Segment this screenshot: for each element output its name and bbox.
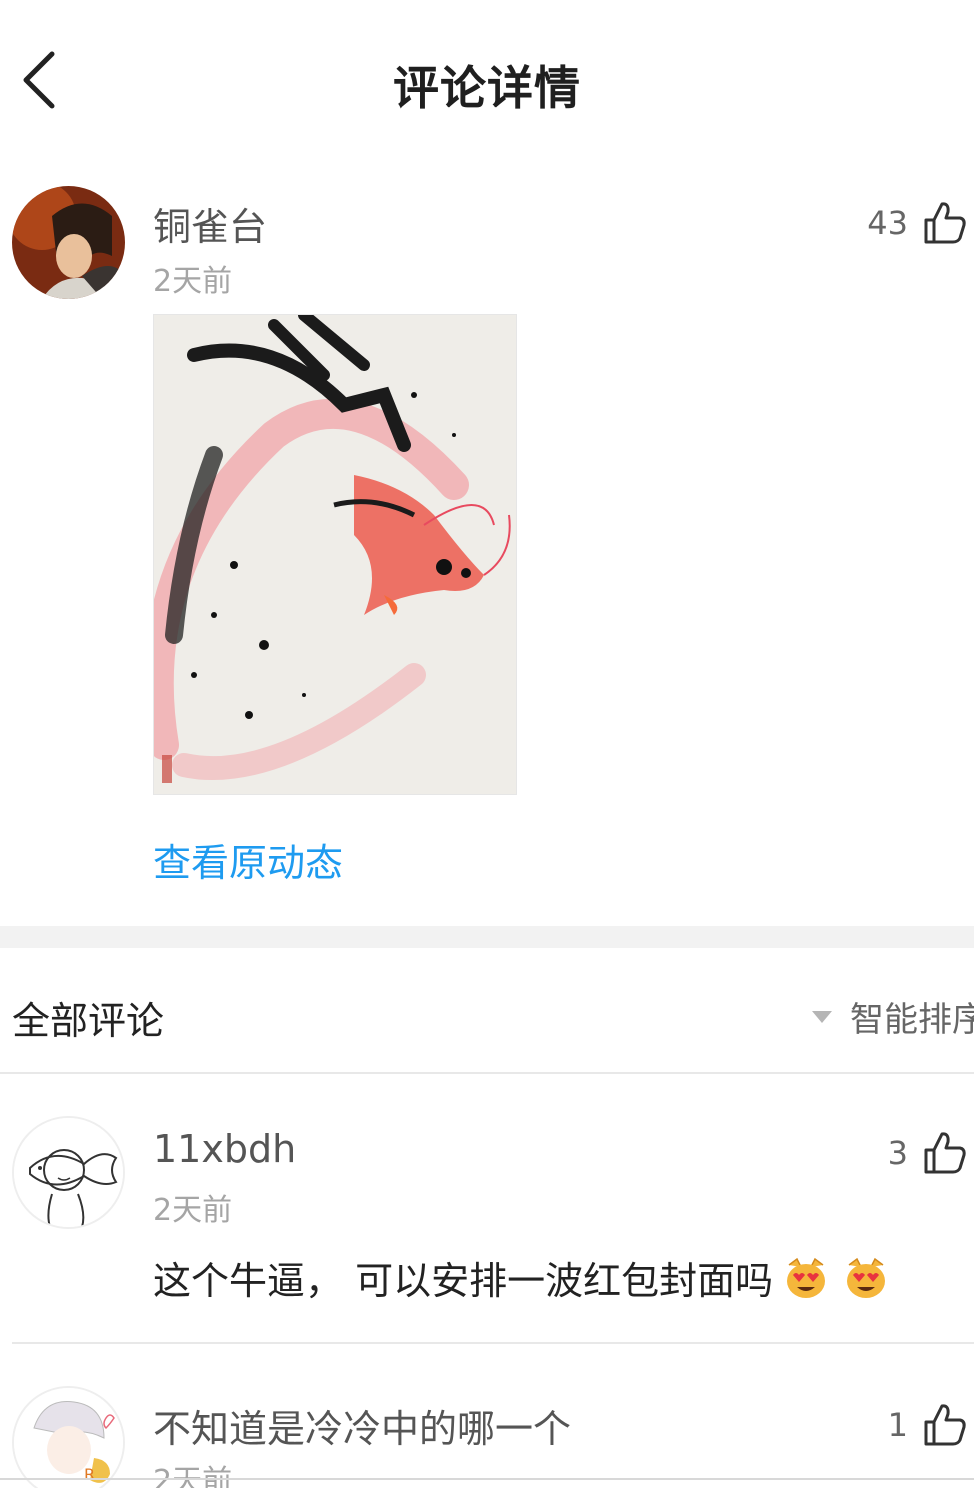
thumbs-up-icon: [924, 202, 966, 244]
all-comments-heading: 全部评论: [12, 999, 165, 1043]
sort-label: 智能排序: [850, 1000, 974, 1040]
avatar[interactable]: R: [12, 1386, 125, 1488]
timestamp: 2天前: [153, 1464, 233, 1488]
comment-body: 这个牛逼， 可以安排一波红包封面吗: [153, 1250, 889, 1305]
heart-eyes-cat-emoji: [847, 1257, 886, 1298]
avatar-anime-boy-image: [12, 186, 125, 299]
like-button[interactable]: 3: [888, 1130, 968, 1176]
divider: [0, 1072, 974, 1074]
avatar[interactable]: [12, 186, 125, 299]
avatar-doodle-fish-image: [14, 1118, 123, 1227]
like-count: 43: [867, 204, 908, 242]
like-button[interactable]: 43: [867, 200, 968, 246]
divider: [12, 1342, 974, 1344]
page-title: 评论详情: [393, 61, 581, 115]
avatar-anime-white-hair-image: R: [14, 1388, 123, 1488]
caret-down-icon: [812, 1010, 832, 1023]
view-original-post-link[interactable]: 查看原动态: [153, 832, 343, 887]
timestamp: 2天前: [153, 264, 233, 299]
heart-eyes-cat-emoji: [787, 1257, 826, 1298]
post-image[interactable]: [153, 314, 517, 795]
username[interactable]: 11xbdh: [153, 1127, 296, 1171]
like-count: 3: [887, 1134, 908, 1172]
sort-dropdown[interactable]: 智能排序: [812, 992, 974, 1041]
svg-text:R: R: [84, 1465, 95, 1484]
comment-text: 这个牛逼， 可以安排一波红包封面吗: [153, 1259, 774, 1303]
username[interactable]: 铜雀台: [153, 196, 267, 251]
top-bar: 评论详情: [0, 0, 974, 160]
thumbs-up-icon: [924, 1404, 966, 1446]
like-button[interactable]: 1: [888, 1402, 968, 1448]
thumbs-up-icon: [924, 1132, 966, 1174]
bottom-edge: [0, 1478, 974, 1480]
avatar[interactable]: [12, 1116, 125, 1229]
timestamp: 2天前: [153, 1193, 233, 1228]
username[interactable]: 不知道是冷冷中的哪一个: [153, 1398, 571, 1453]
section-separator: [0, 926, 974, 948]
ink-dragon-painting-image: [154, 315, 516, 794]
like-count: 1: [887, 1406, 908, 1444]
